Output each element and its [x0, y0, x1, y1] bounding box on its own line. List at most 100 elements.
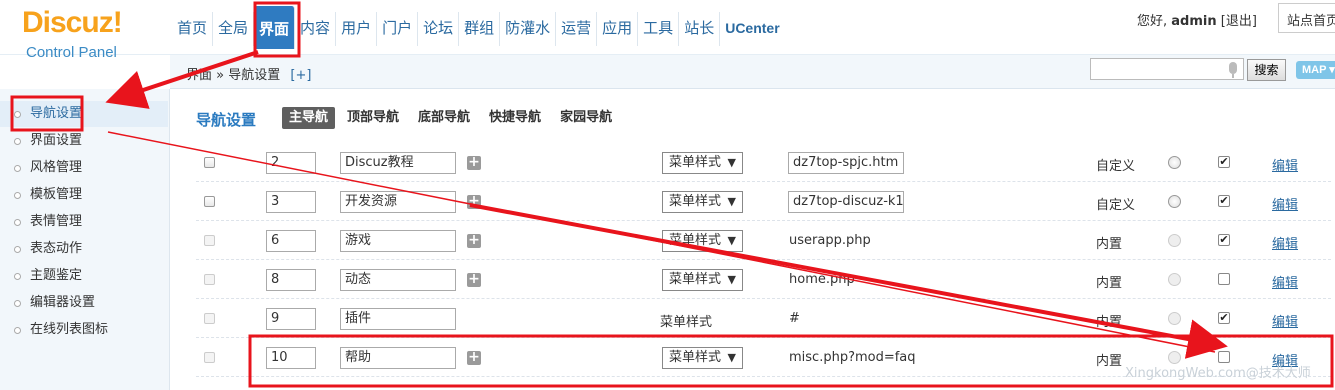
sidebar-item-1[interactable]: 界面设置 — [0, 128, 168, 154]
table-row: 2 Discuz教程 + 菜单样式 ▼ dz7top-spjc.htm 自定义 ✔ 编辑 — [196, 143, 1331, 182]
topnav-item-9[interactable]: 运营 — [556, 12, 598, 46]
map-button[interactable]: MAP ▾ — [1296, 61, 1335, 79]
breadcrumb-section[interactable]: 界面 — [186, 68, 212, 83]
add-subnav-icon[interactable]: + — [467, 155, 481, 170]
default-radio — [1168, 312, 1181, 325]
name-input[interactable]: 动态 — [340, 269, 456, 291]
type-text: 自定义 — [1096, 159, 1136, 174]
order-input[interactable]: 10 — [266, 347, 316, 369]
url-text: # — [789, 311, 800, 326]
add-subnav-icon[interactable]: + — [467, 272, 481, 287]
name-input[interactable]: 开发资源 — [340, 191, 456, 213]
microphone-icon[interactable] — [1229, 62, 1237, 78]
table-row: 3 开发资源 + 菜单样式 ▼ dz7top-discuz-k1 自定义 ✔ 编辑 — [196, 182, 1331, 221]
logo: Discuz! Control Panel — [0, 0, 170, 61]
tab-1[interactable]: 顶部导航 — [340, 107, 406, 129]
add-subnav-icon[interactable]: + — [467, 233, 481, 248]
map-label: MAP — [1302, 64, 1327, 76]
topnav-item-7[interactable]: 群组 — [459, 12, 501, 46]
edit-link[interactable]: 编辑 — [1272, 272, 1298, 291]
edit-link[interactable]: 编辑 — [1272, 233, 1298, 252]
name-input[interactable]: 帮助 — [340, 347, 456, 369]
greeting: 您好, — [1137, 14, 1168, 29]
sidebar-item-8[interactable]: 在线列表图标 — [0, 317, 168, 343]
tab-2[interactable]: 底部导航 — [411, 107, 477, 129]
default-radio — [1168, 273, 1181, 286]
order-input[interactable]: 3 — [266, 191, 316, 213]
order-input[interactable]: 8 — [266, 269, 316, 291]
edit-link[interactable]: 编辑 — [1272, 311, 1298, 330]
topnav-item-5[interactable]: 门户 — [377, 12, 419, 46]
delete-checkbox[interactable] — [204, 196, 215, 207]
add-subnav-icon[interactable]: + — [467, 194, 481, 209]
default-radio[interactable] — [1168, 156, 1181, 169]
add-shortcut-button[interactable]: [+] — [290, 68, 311, 83]
chevron-down-icon: ▼ — [727, 273, 736, 286]
style-select[interactable]: 菜单样式 ▼ — [662, 347, 743, 369]
order-input[interactable]: 6 — [266, 230, 316, 252]
name-input[interactable]: 插件 — [340, 308, 456, 330]
topnav-item-10[interactable]: 应用 — [597, 12, 639, 46]
topnav-item-6[interactable]: 论坛 — [418, 12, 460, 46]
style-select[interactable]: 菜单样式 ▼ — [662, 152, 743, 174]
topnav-item-12[interactable]: 站长 — [679, 12, 721, 46]
chevron-down-icon: ▼ — [727, 351, 736, 364]
visible-checkbox[interactable]: ✔ — [1218, 156, 1230, 168]
order-input[interactable]: 2 — [266, 152, 316, 174]
topnav-item-3[interactable]: 内容 — [295, 12, 337, 46]
sidebar-item-7[interactable]: 编辑器设置 — [0, 290, 168, 316]
topnav-item-8[interactable]: 防灌水 — [500, 12, 557, 46]
search-button[interactable]: 搜索 — [1247, 59, 1286, 81]
visible-checkbox[interactable]: ✔ — [1218, 195, 1230, 207]
header: Discuz! Control Panel 首页 全局 界面 内容 用户 门户 论坛 群组 防灌… — [0, 0, 1335, 61]
sidebar-item-5[interactable]: 表态动作 — [0, 236, 168, 262]
type-text: 内置 — [1096, 237, 1123, 252]
style-select[interactable]: 菜单样式 ▼ — [662, 269, 743, 291]
sidebar-item-0[interactable]: 导航设置 — [0, 101, 168, 127]
style-select[interactable]: 菜单样式 ▼ — [662, 230, 743, 252]
tab-3[interactable]: 快捷导航 — [482, 107, 548, 129]
delete-checkbox — [204, 274, 215, 285]
url-input[interactable]: dz7top-discuz-k1 — [788, 191, 904, 213]
url-input[interactable]: dz7top-spjc.htm — [788, 152, 904, 174]
order-input[interactable]: 9 — [266, 308, 316, 330]
search-input[interactable] — [1090, 58, 1244, 80]
style-select-value: 菜单样式 — [669, 233, 722, 248]
topnav-item-11[interactable]: 工具 — [638, 12, 680, 46]
visible-checkbox[interactable] — [1218, 273, 1230, 285]
sidebar-item-6[interactable]: 主题鉴定 — [0, 263, 168, 289]
sidebar-item-2[interactable]: 风格管理 — [0, 155, 168, 181]
name-input[interactable]: 游戏 — [340, 230, 456, 252]
style-select-value: 菜单样式 — [669, 155, 722, 170]
topnav-item-4[interactable]: 用户 — [336, 12, 378, 46]
sidebar: 导航设置 界面设置 风格管理 模板管理 表情管理 表态动作 主题鉴定 编辑器设置 在线列表图标 — [0, 89, 170, 390]
url-text: userapp.php — [789, 233, 871, 248]
sidebar-item-3[interactable]: 模板管理 — [0, 182, 168, 208]
add-subnav-icon[interactable]: + — [467, 350, 481, 365]
url-text: misc.php?mod=faq — [789, 350, 916, 365]
chevron-down-icon: ▼ — [727, 156, 736, 169]
type-text: 内置 — [1096, 354, 1123, 369]
logout-link[interactable]: [退出] — [1221, 14, 1257, 29]
style-select-value: 菜单样式 — [669, 194, 722, 209]
topnav-item-0[interactable]: 首页 — [172, 12, 214, 46]
topnav-item-2[interactable]: 界面 — [254, 6, 296, 49]
tab-4[interactable]: 家园导航 — [553, 107, 619, 129]
style-select[interactable]: 菜单样式 ▼ — [662, 191, 743, 213]
default-radio — [1168, 234, 1181, 247]
default-radio[interactable] — [1168, 195, 1181, 208]
site-home-select[interactable]: 站点首页 — [1278, 3, 1335, 33]
name-input[interactable]: Discuz教程 — [340, 152, 456, 174]
delete-checkbox[interactable] — [204, 157, 215, 168]
topnav-item-13[interactable]: UCenter — [720, 12, 784, 46]
tab-0[interactable]: 主导航 — [282, 107, 336, 129]
delete-checkbox — [204, 313, 215, 324]
edit-link[interactable]: 编辑 — [1272, 155, 1298, 174]
edit-link[interactable]: 编辑 — [1272, 194, 1298, 213]
topnav-item-1[interactable]: 全局 — [213, 12, 255, 46]
watermark: XingkongWeb.com@技术大师 — [1125, 366, 1311, 381]
sidebar-item-4[interactable]: 表情管理 — [0, 209, 168, 235]
visible-checkbox[interactable]: ✔ — [1218, 234, 1230, 246]
visible-checkbox[interactable]: ✔ — [1218, 312, 1230, 324]
page-title: 导航设置 — [196, 111, 257, 129]
